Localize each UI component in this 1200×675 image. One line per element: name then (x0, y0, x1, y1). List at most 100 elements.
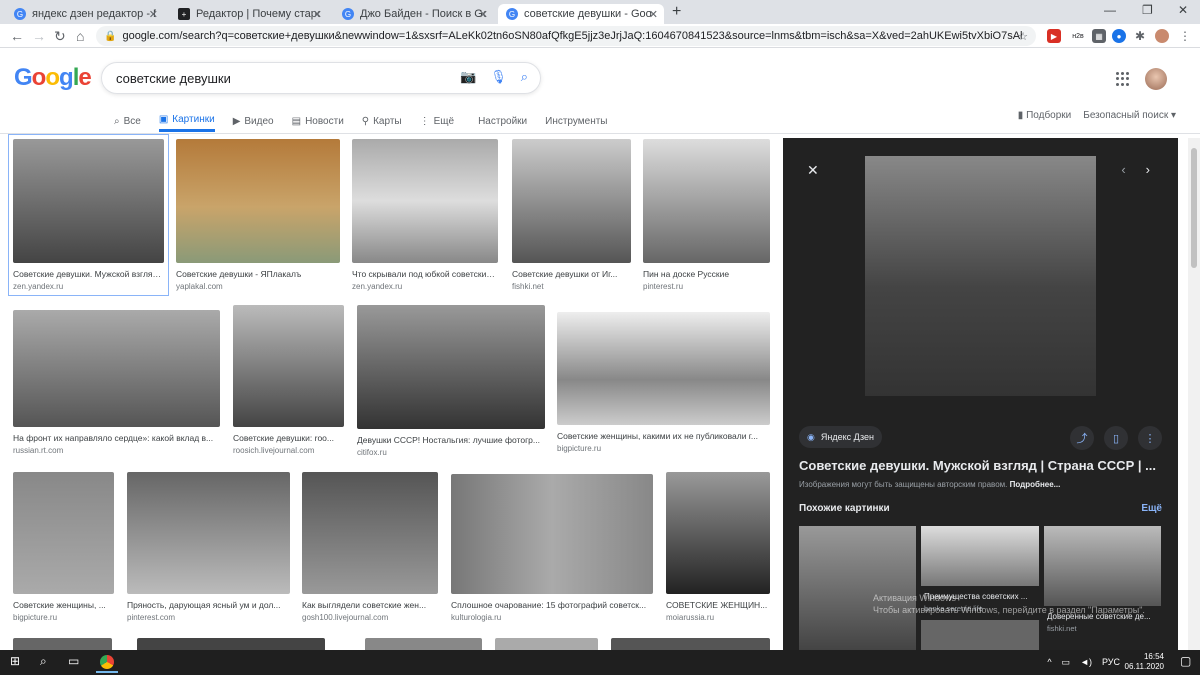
similar-image[interactable] (921, 526, 1039, 586)
image-result[interactable]: Пряность, дарующая ясный ум и дол... pint… (127, 472, 290, 622)
maximize-icon[interactable]: ❐ (1142, 3, 1153, 17)
browser-tab-3[interactable]: GДжо Байден - Поиск в Google✕ (334, 4, 494, 24)
new-tab-icon[interactable]: + (672, 3, 681, 21)
image-result[interactable]: Девушки СССР! Ностальгия: лучшие фотогр.… (357, 305, 545, 457)
more-info-link[interactable]: Подробнее... (1010, 480, 1061, 489)
search-input[interactable]: советские девушки 📷 🎙 ⌕ (101, 62, 541, 94)
result-thumbnail[interactable] (176, 139, 340, 263)
star-icon[interactable]: ☆ (1018, 30, 1028, 43)
microphone-icon[interactable]: 🎙 (490, 69, 507, 85)
tab-settings[interactable]: Настройки (478, 110, 527, 132)
task-view-icon[interactable]: ▭ (68, 654, 79, 668)
tab-video[interactable]: ▶ Видео (233, 110, 274, 132)
image-result[interactable]: Пин на доске Русские pinterest.ru (643, 139, 770, 291)
chevron-left-icon[interactable]: ‹ (1121, 162, 1125, 177)
image-result[interactable]: Как выглядели советские жен... gosh100.li… (302, 472, 438, 622)
similar-image[interactable] (921, 620, 1039, 650)
browser-tab-2[interactable]: +Редактор | Почему старость - эт✕ (170, 4, 328, 24)
close-icon[interactable]: ✕ (313, 8, 322, 21)
home-icon[interactable]: ⌂ (76, 28, 84, 44)
browser-tab-4-active[interactable]: Gсоветские девушки - Google По✕ (498, 4, 664, 24)
puzzle-icon[interactable]: ✱ (1133, 29, 1147, 43)
browser-tab-1[interactable]: Gяндекс дзен редактор - Поиск в✕ (6, 4, 164, 24)
back-icon[interactable]: ← (10, 28, 24, 44)
camera-icon[interactable]: 📷 (460, 69, 476, 85)
url-bar[interactable]: 🔒 google.com/search?q=советские+девушки&… (96, 26, 1036, 46)
preview-image[interactable] (865, 156, 1096, 396)
result-thumbnail[interactable] (302, 472, 438, 594)
image-result[interactable]: Советские девушки от Иг... fishki.net (512, 139, 631, 291)
result-thumbnail[interactable] (127, 472, 290, 594)
clock[interactable]: 16:54 06.11.2020 (1125, 652, 1164, 672)
volume-icon[interactable]: ◄) (1080, 657, 1092, 668)
avatar[interactable] (1145, 68, 1167, 90)
save-icon[interactable]: ▯ (1104, 426, 1128, 450)
preview-title[interactable]: Советские девушки. Мужской взгляд | Стра… (799, 458, 1164, 473)
result-thumbnail[interactable] (13, 310, 220, 427)
image-result[interactable] (137, 638, 325, 650)
similar-image[interactable] (799, 526, 916, 650)
image-result[interactable] (495, 638, 598, 650)
chrome-icon[interactable] (96, 652, 118, 673)
result-thumbnail[interactable] (666, 472, 770, 594)
chevron-right-icon[interactable]: › (1146, 162, 1150, 177)
minimize-icon[interactable]: — (1104, 3, 1116, 17)
image-result[interactable] (611, 638, 770, 650)
extension-icon[interactable]: ● (1112, 29, 1126, 43)
image-result[interactable] (13, 638, 112, 650)
result-thumbnail[interactable] (352, 139, 498, 263)
tab-images[interactable]: ▣ Картинки (158, 110, 215, 132)
result-thumbnail[interactable] (357, 305, 545, 429)
result-thumbnail[interactable] (611, 638, 770, 650)
close-icon[interactable]: ✕ (479, 8, 488, 21)
windows-start-icon[interactable]: ⊞ (10, 654, 20, 668)
language-indicator[interactable]: РУС (1102, 657, 1120, 668)
network-icon[interactable]: ▭ (1062, 657, 1071, 668)
more-similar-link[interactable]: Ещё (1141, 503, 1162, 514)
extension-icon[interactable]: ▦ (1092, 29, 1106, 43)
scrollbar-thumb[interactable] (1191, 148, 1197, 268)
google-logo[interactable]: Google (14, 64, 92, 92)
result-thumbnail[interactable] (451, 474, 653, 594)
profile-avatar[interactable] (1155, 29, 1169, 43)
apps-grid-icon[interactable] (1116, 72, 1130, 86)
search-icon[interactable]: ⌕ (521, 69, 528, 85)
menu-icon[interactable]: ⋮ (1178, 29, 1192, 43)
collections-link[interactable]: ▮ Подборки (1018, 110, 1071, 121)
result-thumbnail[interactable] (495, 638, 598, 650)
source-chip[interactable]: ◉ Яндекс Дзен (799, 426, 883, 448)
image-result[interactable]: Сплошное очарование: 15 фотографий совет… (451, 474, 653, 622)
result-thumbnail[interactable] (557, 312, 770, 425)
tab-more[interactable]: ⋮ Ещё (420, 110, 454, 132)
reload-icon[interactable]: ↻ (54, 28, 66, 45)
extension-video-icon[interactable]: ▶ (1047, 29, 1061, 43)
tab-maps[interactable]: ⚲ Карты (362, 110, 402, 132)
image-result[interactable]: Советские девушки - ЯПлакалъ yaplakal.com (176, 139, 340, 291)
scrollbar[interactable] (1188, 138, 1200, 650)
result-thumbnail[interactable] (137, 638, 325, 650)
image-result[interactable]: Советские женщины, ... bigpicture.ru (13, 472, 114, 622)
image-result[interactable] (365, 638, 482, 650)
notifications-icon[interactable]: ▢ (1180, 654, 1191, 668)
tab-news[interactable]: ▤ Новости (292, 110, 344, 132)
close-icon[interactable]: ✕ (649, 8, 658, 21)
more-options-icon[interactable]: ⋮ (1138, 426, 1162, 450)
result-thumbnail[interactable] (13, 638, 112, 650)
share-icon[interactable]: ⤴ (1070, 426, 1094, 450)
tab-all[interactable]: ⌕ Все (114, 110, 141, 132)
forward-icon[interactable]: → (32, 28, 46, 44)
image-result[interactable]: Что скрывали под юбкой советские... zen.y… (352, 139, 498, 291)
result-thumbnail[interactable] (643, 139, 770, 263)
close-window-icon[interactable]: ✕ (1178, 3, 1188, 17)
image-result[interactable]: СОВЕТСКИЕ ЖЕНЩИН... moiarussia.ru (666, 472, 770, 622)
chevron-up-icon[interactable]: ^ (1047, 657, 1051, 668)
close-icon[interactable]: ✕ (149, 8, 158, 21)
extension-label[interactable]: н2в (1068, 29, 1088, 43)
tab-tools[interactable]: Инструменты (545, 110, 607, 132)
image-result[interactable]: Советские девушки. Мужской взгляд... zen.… (8, 134, 169, 296)
result-thumbnail[interactable] (233, 305, 344, 427)
close-icon[interactable]: ✕ (807, 162, 819, 179)
result-thumbnail[interactable] (13, 472, 114, 594)
result-thumbnail[interactable] (365, 638, 482, 650)
image-result[interactable]: Советские женщины, какими их не публиков… (557, 312, 770, 453)
